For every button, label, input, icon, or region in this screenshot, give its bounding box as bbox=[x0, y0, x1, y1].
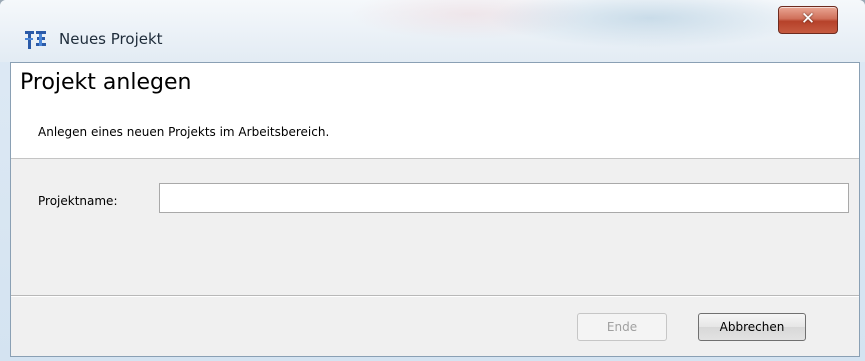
wizard-header: Projekt anlegen Anlegen eines neuen Proj… bbox=[11, 63, 859, 159]
finish-button[interactable]: Ende bbox=[577, 313, 667, 341]
app-icon bbox=[24, 28, 48, 52]
title-bar[interactable]: Neues Projekt ✕ bbox=[0, 0, 865, 62]
project-name-label: Projektname: bbox=[38, 194, 118, 208]
close-button[interactable]: ✕ bbox=[778, 6, 838, 34]
project-name-input[interactable] bbox=[159, 183, 849, 213]
dialog-window: Neues Projekt ✕ Projekt anlegen Anlegen … bbox=[0, 0, 865, 361]
dialog-content: Projekt anlegen Anlegen eines neuen Proj… bbox=[10, 62, 860, 357]
wizard-description: Anlegen eines neuen Projekts im Arbeitsb… bbox=[38, 125, 330, 139]
cancel-button[interactable]: Abbrechen bbox=[698, 313, 806, 341]
wizard-title: Projekt anlegen bbox=[20, 70, 192, 95]
window-title: Neues Projekt bbox=[59, 30, 163, 48]
close-icon: ✕ bbox=[800, 9, 816, 29]
button-bar-separator bbox=[11, 295, 859, 297]
